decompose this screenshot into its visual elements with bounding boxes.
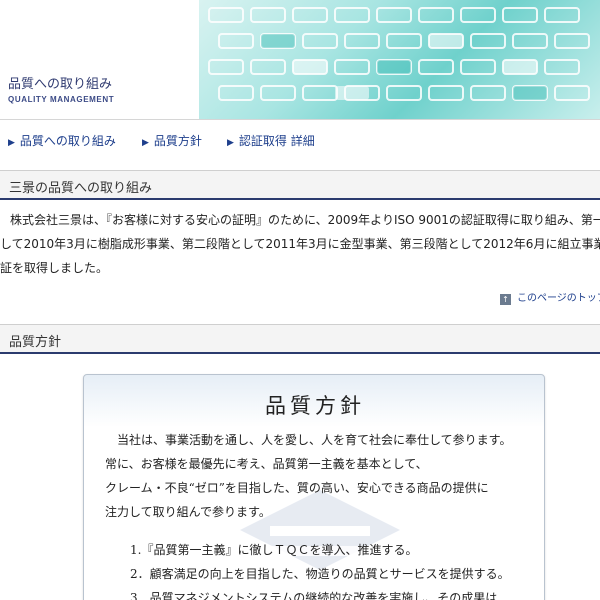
triangle-right-icon: ▶ <box>227 138 234 148</box>
header-title: 品質への取り組み <box>8 77 113 92</box>
subnav-link-label: 認証取得 詳細 <box>238 134 315 148</box>
intro-line: して2010年3月に樹脂成形事業、第二段階として2011年3月に金型事業、第三段… <box>0 237 600 251</box>
subnav-link-certification[interactable]: ▶ 認証取得 詳細 <box>227 132 315 149</box>
policy-line: 当社は、事業活動を通し、人を愛し、人を育て社会に奉仕して参ります。 <box>117 433 512 447</box>
page-header: 品質への取り組み QUALITY MANAGEMENT <box>0 0 600 120</box>
intro-line: 証を取得しました。 <box>0 261 109 275</box>
intro-paragraph: 株式会社三景は、『お客様に対する安心の証明』のために、2009年よりISO 90… <box>0 205 600 280</box>
page-top-icon: ↑ <box>500 294 511 305</box>
page-top-label: このページのトップへ <box>517 293 600 304</box>
intro-line: 株式会社三景は、『お客様に対する安心の証明』のために、2009年よりISO 90… <box>10 213 600 227</box>
triangle-right-icon: ▶ <box>142 138 149 148</box>
triangle-right-icon: ▶ <box>8 138 15 148</box>
header-banner-image <box>199 0 600 119</box>
section-heading-text: 三景の品質への取り組み <box>9 181 153 196</box>
policy-line: クレーム・不良“ゼロ”を目指した、質の高い、安心できる商品の提供に <box>105 481 489 495</box>
policy-line: 注力して取り組んで参ります。 <box>105 505 271 519</box>
banner-pattern <box>208 7 590 101</box>
section-heading-intro: 三景の品質への取り組み <box>0 170 600 200</box>
subnav-link-quality-policy[interactable]: ▶ 品質方針 <box>142 132 202 149</box>
policy-title: 品質方針 <box>265 394 365 418</box>
policy-list-item: 2．顧客満足の向上を目指した、物造りの品質とサービスを提供する。 <box>130 567 510 581</box>
policy-list-item: 1.『品質第一主義』に徹しＴＱＣを導入、推進する。 <box>130 543 418 557</box>
subnav-link-label: 品質方針 <box>153 134 202 148</box>
policy-list-item: 3．品質マネジメントシステムの継続的な改善を実施し、その成果は <box>130 591 498 600</box>
header-subtitle: QUALITY MANAGEMENT <box>8 95 115 104</box>
section-heading-text: 品質方針 <box>9 335 62 350</box>
page-top-link[interactable]: ↑ このページのトップへ <box>500 289 600 305</box>
subnav-link-label: 品質への取り組み <box>19 134 116 148</box>
policy-line: 常に、お客様を最優先に考え、品質第一主義を基本として、 <box>105 457 428 471</box>
subnav-link-quality-efforts[interactable]: ▶ 品質への取り組み <box>8 132 116 149</box>
section-heading-policy: 品質方針 <box>0 324 600 354</box>
